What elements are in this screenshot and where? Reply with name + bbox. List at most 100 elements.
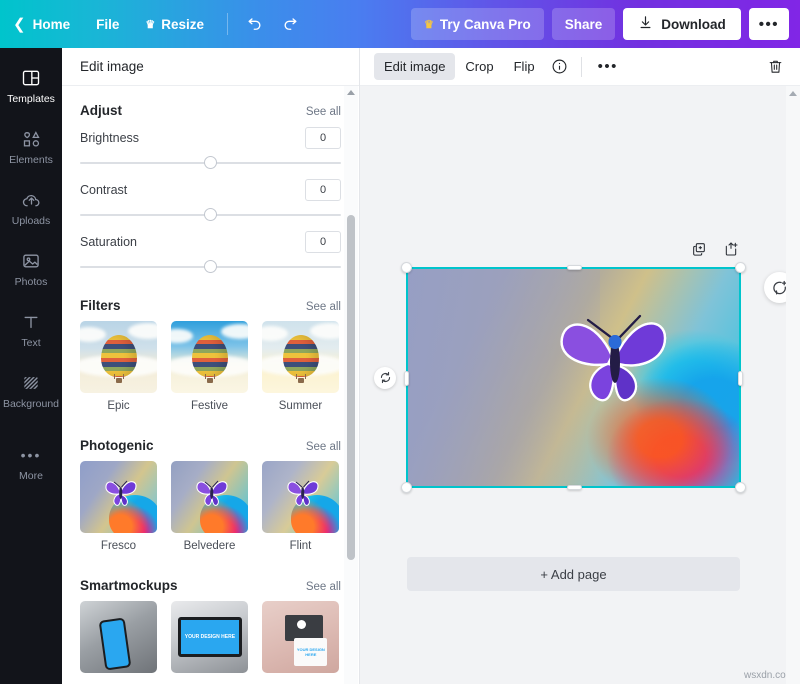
try-canva-pro-button[interactable]: ♛ Try Canva Pro (411, 8, 544, 40)
rail-item-more[interactable]: ••• More (0, 434, 62, 492)
flip-button[interactable]: Flip (504, 53, 545, 80)
share-label: Share (564, 16, 603, 32)
elements-icon (21, 128, 42, 150)
card-mockup-text: YOUR DESIGN HERE (296, 647, 325, 658)
crop-label: Crop (465, 59, 494, 74)
selected-image-element[interactable] (374, 242, 795, 493)
butterfly-photo-overlay (560, 314, 667, 401)
image-context-toolbar: Edit image Crop Flip ••• (360, 48, 800, 86)
contrast-label: Contrast (80, 183, 128, 197)
crop-button[interactable]: Crop (455, 53, 503, 80)
edit-image-tab[interactable]: Edit image (374, 53, 456, 80)
filters-thumbnails: Epic Festive Summer (80, 321, 341, 412)
laptop-mockup-art: YOUR DESIGN HERE (177, 616, 242, 657)
redo-button[interactable] (278, 11, 304, 37)
undo-button[interactable] (240, 11, 266, 37)
undo-redo-group (234, 11, 304, 37)
photogenic-thumb-fresco (80, 461, 157, 533)
contrast-thumb[interactable] (203, 208, 217, 221)
canvas-scroll-area[interactable]: + Add page wsxdn.com (360, 86, 800, 684)
photogenic-see-all[interactable]: See all (306, 441, 341, 453)
top-more-button[interactable]: ••• (748, 8, 789, 40)
photos-icon (21, 250, 41, 272)
resize-handle-left[interactable] (404, 370, 409, 386)
adjust-see-all[interactable]: See all (306, 106, 341, 118)
rail-item-photos[interactable]: Photos (0, 240, 62, 298)
download-label: Download (661, 16, 726, 32)
filter-item-summer[interactable]: Summer (262, 321, 339, 412)
resize-handle-top[interactable] (566, 265, 582, 270)
butterfly-art (195, 480, 228, 506)
smartmockups-see-all[interactable]: See all (306, 581, 341, 593)
rotate-icon[interactable] (374, 366, 396, 389)
rail-label-uploads: Uploads (11, 215, 51, 228)
filter-item-epic[interactable]: Epic (80, 321, 157, 412)
file-menu-button[interactable]: File (83, 0, 132, 48)
canvas-scrollbar[interactable] (786, 86, 800, 684)
resize-button[interactable]: ♛ Resize (132, 0, 217, 48)
panel-header: Edit image (62, 48, 359, 86)
resize-handle-bottom[interactable] (566, 485, 582, 490)
filter-label-summer: Summer (278, 400, 323, 412)
home-button[interactable]: ❮ Home (0, 0, 83, 48)
canvas-scroll-up-arrow[interactable] (789, 91, 797, 96)
brightness-value[interactable]: 0 (305, 127, 341, 149)
rail-item-uploads[interactable]: Uploads (0, 179, 62, 237)
crown-icon: ♛ (145, 18, 156, 31)
saturation-slider[interactable] (80, 260, 341, 274)
add-page-button[interactable]: + Add page (407, 557, 740, 591)
duplicate-page-icon[interactable] (690, 240, 708, 258)
saturation-thumb[interactable] (203, 260, 217, 273)
contrast-slider[interactable] (80, 208, 341, 222)
more-dots-icon: ••• (20, 447, 42, 464)
download-button[interactable]: Download (623, 8, 741, 40)
editor-area: Edit image Crop Flip ••• + Add page wsxd… (360, 48, 800, 684)
contrast-value[interactable]: 0 (305, 179, 341, 201)
rail-item-templates[interactable]: Templates (0, 57, 62, 115)
mockup-item-desk[interactable]: YOUR DESIGN HERE (262, 601, 339, 673)
saturation-value[interactable]: 0 (305, 231, 341, 253)
saturation-row-top: Saturation 0 (80, 231, 341, 253)
panel-scrollbar[interactable] (344, 86, 358, 684)
filter-label-festive: Festive (190, 400, 229, 412)
panel-scroll-up-arrow[interactable] (347, 90, 355, 95)
mockup-item-phone[interactable] (80, 601, 157, 673)
brightness-slider[interactable] (80, 156, 341, 170)
top-more-label: ••• (758, 15, 779, 33)
smartmockups-title: Smartmockups (80, 578, 178, 593)
resize-handle-bottom-right[interactable] (735, 482, 746, 493)
resize-handle-right[interactable] (738, 370, 743, 386)
mockup-item-laptop[interactable]: YOUR DESIGN HERE (171, 601, 248, 673)
filter-label-epic: Epic (107, 400, 130, 412)
info-circle-icon[interactable] (547, 54, 573, 80)
photogenic-item-belvedere[interactable]: Belvedere (171, 461, 248, 552)
filter-thumb-epic (80, 321, 157, 393)
rail-item-elements[interactable]: Elements (0, 118, 62, 176)
brightness-slider-row: Brightness 0 (80, 127, 341, 170)
photogenic-label-belvedere: Belvedere (183, 540, 236, 552)
resize-handle-top-left[interactable] (401, 262, 412, 273)
panel-scrollbar-thumb[interactable] (347, 215, 355, 560)
photogenic-item-flint[interactable]: Flint (262, 461, 339, 552)
filter-item-festive[interactable]: Festive (171, 321, 248, 412)
add-page-icon[interactable] (722, 240, 740, 258)
rail-item-text[interactable]: Text (0, 301, 62, 359)
templates-icon (21, 67, 41, 89)
photogenic-title: Photogenic (80, 438, 154, 453)
brightness-thumb[interactable] (203, 156, 217, 169)
image-content (407, 268, 740, 487)
trash-icon[interactable] (762, 54, 788, 80)
filters-title: Filters (80, 298, 121, 313)
resize-handle-bottom-left[interactable] (401, 482, 412, 493)
rail-label-text: Text (21, 337, 41, 350)
resize-label: Resize (161, 16, 205, 32)
photogenic-item-fresco[interactable]: Fresco (80, 461, 157, 552)
filters-see-all[interactable]: See all (306, 301, 341, 313)
butterfly-art (104, 480, 137, 506)
rail-item-background[interactable]: Background (0, 362, 62, 420)
contrast-slider-row: Contrast 0 (80, 179, 341, 222)
share-button[interactable]: Share (551, 8, 616, 40)
image-more-button[interactable]: ••• (590, 56, 626, 77)
resize-handle-top-right[interactable] (735, 262, 746, 273)
add-page-label: + Add page (540, 566, 607, 582)
